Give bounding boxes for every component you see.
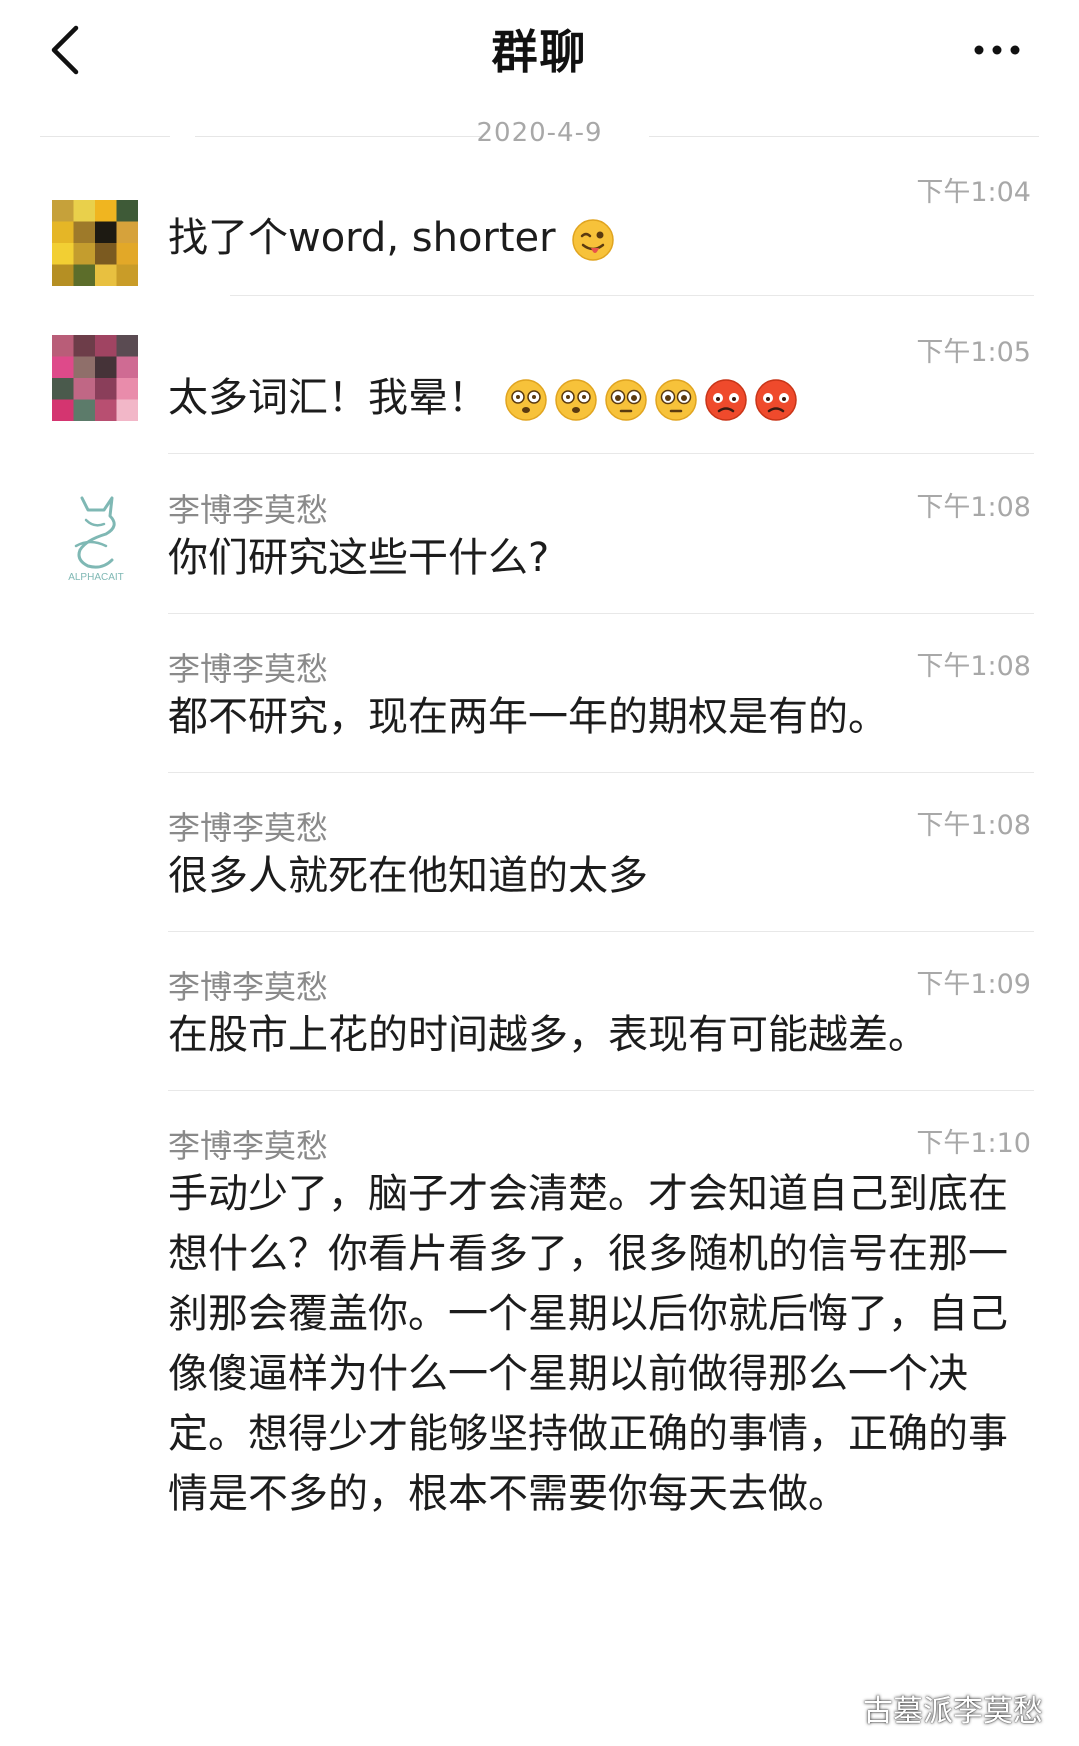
message-item[interactable]: 李博李莫愁 下午1:08 很多人就死在他知道的太多 (0, 808, 1079, 968)
sender-name: 李博李莫愁 (168, 1127, 329, 1165)
angry-emoji-icon (704, 379, 747, 421)
date-separator: 2020-4-9 (40, 118, 1039, 158)
alphacait-logo-icon: ALPHACAIT (68, 496, 124, 583)
avatar[interactable] (52, 335, 138, 421)
message-text: 太多词汇！我晕！ (168, 368, 1028, 428)
sender-name: 李博李莫愁 (168, 491, 329, 529)
message-item[interactable]: 李博李莫愁 下午1:09 在股市上花的时间越多，表现有可能越差。 (0, 967, 1079, 1127)
message-time: 下午1:05 (916, 337, 1031, 368)
top-bar: 群聊 (0, 0, 1079, 100)
sender-name: 李博李莫愁 (168, 809, 329, 847)
message-item[interactable]: 李博李莫愁 下午1:08 都不研究，现在两年一年的期权是有的。 (0, 649, 1079, 809)
message-item[interactable]: 下午1:05 太多词汇！我晕！ (0, 330, 1079, 485)
message-text: 你们研究这些干什么? (168, 535, 550, 581)
message-time: 下午1:08 (916, 810, 1031, 841)
message-text: 找了个word, shorter (168, 208, 1028, 268)
dizzy-emoji-icon (554, 379, 597, 421)
message-text: 在股市上花的时间越多，表现有可能越差。 (168, 1012, 928, 1058)
message-divider (230, 295, 1034, 296)
date-line-right (649, 136, 1039, 137)
message-item[interactable]: 李博李莫愁 下午1:10 手动少了，脑子才会清楚。才会知道自己到底在想什么？你看… (0, 1126, 1079, 1746)
message-time: 下午1:08 (916, 492, 1031, 523)
message-divider (168, 453, 1034, 454)
dizzy-emoji-icon (504, 379, 547, 421)
message-text-content: 找了个word, shorter (168, 215, 556, 261)
message-text: 很多人就死在他知道的太多 (168, 853, 648, 899)
message-divider (168, 772, 1034, 773)
message-divider (168, 1090, 1034, 1091)
sender-name: 李博李莫愁 (168, 650, 329, 688)
message-divider (168, 613, 1034, 614)
message-item[interactable]: ALPHACAIT 李博李莫愁 下午1:08 你们研究这些干什么? (0, 490, 1079, 650)
wechat-icon (824, 1695, 856, 1720)
message-time: 下午1:10 (916, 1128, 1031, 1159)
watermark-text: 古墓派李莫愁 (863, 1694, 1043, 1729)
more-dots-icon (974, 45, 1020, 55)
message-text: 都不研究，现在两年一年的期权是有的。 (168, 694, 888, 740)
message-text: 手动少了，脑子才会清楚。才会知道自己到底在想什么？你看片看多了，很多随机的信号在… (168, 1171, 1008, 1517)
message-time: 下午1:08 (916, 651, 1031, 682)
angry-emoji-icon (754, 379, 797, 421)
sender-name: 李博李莫愁 (168, 968, 329, 1006)
more-button[interactable] (969, 30, 1029, 70)
chat-title: 群聊 (491, 25, 588, 79)
avatar[interactable]: ALPHACAIT (46, 490, 146, 586)
pixelated-avatar-image (52, 335, 138, 421)
flushed-emoji-icon (604, 379, 647, 421)
avatar-logo-text: ALPHACAIT (68, 572, 124, 583)
date-text: 2020-4-9 (476, 118, 603, 148)
message-divider (168, 931, 1034, 932)
message-item[interactable]: 下午1:04 找了个word, shorter (0, 170, 1079, 325)
watermark: 古墓派李莫愁 (823, 1686, 1043, 1730)
message-text-content: 太多词汇！我晕！ (168, 375, 488, 421)
avatar[interactable] (52, 200, 138, 286)
wink-tongue-emoji-icon (572, 219, 615, 261)
message-time: 下午1:04 (916, 177, 1031, 208)
message-time: 下午1:09 (916, 969, 1031, 1000)
flushed-emoji-icon (654, 379, 697, 421)
pixelated-avatar-image (52, 200, 138, 286)
